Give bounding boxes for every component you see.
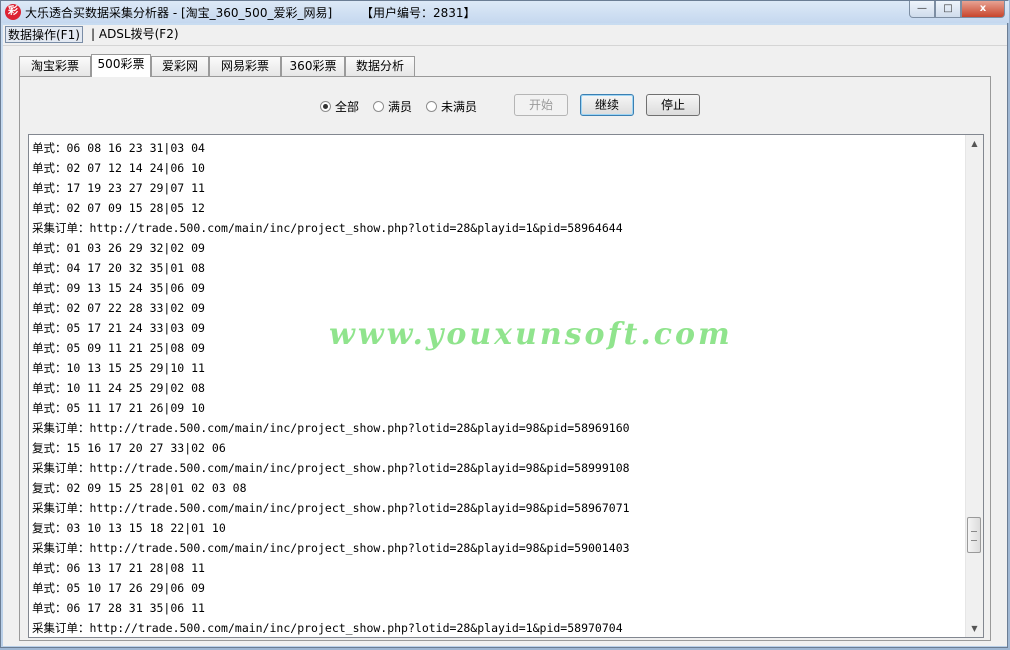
tab-500[interactable]: 500彩票	[91, 54, 151, 77]
log-line: 单式：10 13 15 25 29|10 11	[32, 361, 205, 375]
menu-adsl-dial[interactable]: | ADSL拨号(F2)	[89, 26, 181, 43]
filter-radio-group: 全部 满员 未满员	[320, 97, 491, 115]
log-line: 复式：02 09 15 25 28|01 02 03 08	[32, 481, 247, 495]
log-line: 采集订单：http://trade.500.com/main/inc/proje…	[32, 461, 630, 475]
log-line: 采集订单：http://trade.500.com/main/inc/proje…	[32, 221, 623, 235]
tab-taobao[interactable]: 淘宝彩票	[19, 56, 91, 76]
title-bar[interactable]: 彩 大乐透合买数据采集分析器 - [淘宝_360_500_爱彩_网易] 【用户编…	[1, 1, 1009, 23]
log-line: 复式：15 16 17 20 27 33|02 06	[32, 441, 226, 455]
app-icon: 彩	[5, 4, 21, 20]
window-controls: — □ x	[909, 1, 1005, 19]
log-line: 单式：02 07 22 28 33|02 09	[32, 301, 205, 315]
radio-all-indicator[interactable]	[320, 100, 331, 112]
menu-data-operations[interactable]: 数据操作(F1)	[5, 26, 83, 43]
window-title: 大乐透合买数据采集分析器 - [淘宝_360_500_爱彩_网易]	[25, 6, 333, 20]
tab-aicai[interactable]: 爱彩网	[151, 56, 209, 76]
log-line: 单式：01 03 26 29 32|02 09	[32, 241, 205, 255]
tab-netease[interactable]: 网易彩票	[209, 56, 281, 76]
log-line: 采集订单：http://trade.500.com/main/inc/proje…	[32, 421, 630, 435]
client-area: 淘宝彩票 500彩票 爱彩网 网易彩票 360彩票 数据分析 全部 满员 未满员	[3, 46, 1007, 646]
log-line: 单式：04 17 20 32 35|01 08	[32, 261, 205, 275]
continue-button[interactable]: 继续	[580, 94, 634, 116]
radio-not-full-indicator[interactable]	[426, 100, 438, 112]
log-line: 单式：06 08 16 23 31|03 04	[32, 141, 205, 155]
vertical-scrollbar[interactable]: ▲ ▼	[965, 135, 983, 637]
log-line: 单式：05 10 17 26 29|06 09	[32, 581, 205, 595]
log-line: 单式：02 07 09 15 28|05 12	[32, 201, 205, 215]
log-line: 采集订单：http://trade.500.com/main/inc/proje…	[32, 541, 630, 555]
tab-360[interactable]: 360彩票	[281, 56, 345, 76]
user-id-label: 【用户编号：2831】	[361, 6, 476, 20]
scrollbar-thumb[interactable]	[967, 517, 981, 553]
log-line: 单式：09 13 15 24 35|06 09	[32, 281, 205, 295]
log-line: 单式：06 13 17 21 28|08 11	[32, 561, 205, 575]
start-button[interactable]: 开始	[514, 94, 568, 116]
log-line: 复式：03 10 13 15 18 22|01 10	[32, 521, 226, 535]
log-textarea[interactable]: 单式：06 08 16 23 31|03 04 单式：02 07 12 14 24…	[28, 134, 984, 638]
log-lines: 单式：06 08 16 23 31|03 04 单式：02 07 12 14 24…	[32, 138, 630, 637]
radio-not-full-label: 未满员	[441, 99, 478, 114]
log-line: 单式：10 11 24 25 29|02 08	[32, 381, 205, 395]
radio-full-indicator[interactable]	[373, 100, 385, 112]
log-line: 单式：17 19 23 27 29|07 11	[32, 181, 205, 195]
stop-button[interactable]: 停止	[646, 94, 700, 116]
log-line: 单式：06 17 28 31 35|06 11	[32, 601, 205, 615]
scroll-up-icon[interactable]: ▲	[966, 135, 983, 152]
scroll-down-icon[interactable]: ▼	[966, 620, 983, 637]
minimize-button[interactable]: —	[909, 1, 935, 18]
tab-panel: 全部 满员 未满员 开始 继续 停止 单式：06 08 16 23 31|03 …	[19, 76, 991, 641]
maximize-button[interactable]: □	[935, 1, 961, 18]
radio-all-label: 全部	[335, 99, 360, 114]
menu-bar: 数据操作(F1) | ADSL拨号(F2)	[3, 25, 1007, 46]
radio-all[interactable]: 全部	[320, 98, 359, 115]
log-line: 单式：02 07 12 14 24|06 10	[32, 161, 205, 175]
grip-icon	[971, 531, 977, 541]
app-window: 彩 大乐透合买数据采集分析器 - [淘宝_360_500_爱彩_网易] 【用户编…	[0, 0, 1009, 648]
log-line: 采集订单：http://trade.500.com/main/inc/proje…	[32, 621, 623, 635]
log-line: 单式：05 09 11 21 25|08 09	[32, 341, 205, 355]
radio-not-full[interactable]: 未满员	[426, 98, 477, 115]
log-line: 采集订单：http://trade.500.com/main/inc/proje…	[32, 501, 630, 515]
radio-full[interactable]: 满员	[373, 98, 412, 115]
tab-data-analysis[interactable]: 数据分析	[345, 56, 415, 76]
radio-full-label: 满员	[388, 99, 413, 114]
log-line: 单式：05 11 17 21 26|09 10	[32, 401, 205, 415]
log-line: 单式：05 17 21 24 33|03 09	[32, 321, 205, 335]
close-button[interactable]: x	[961, 1, 1005, 18]
